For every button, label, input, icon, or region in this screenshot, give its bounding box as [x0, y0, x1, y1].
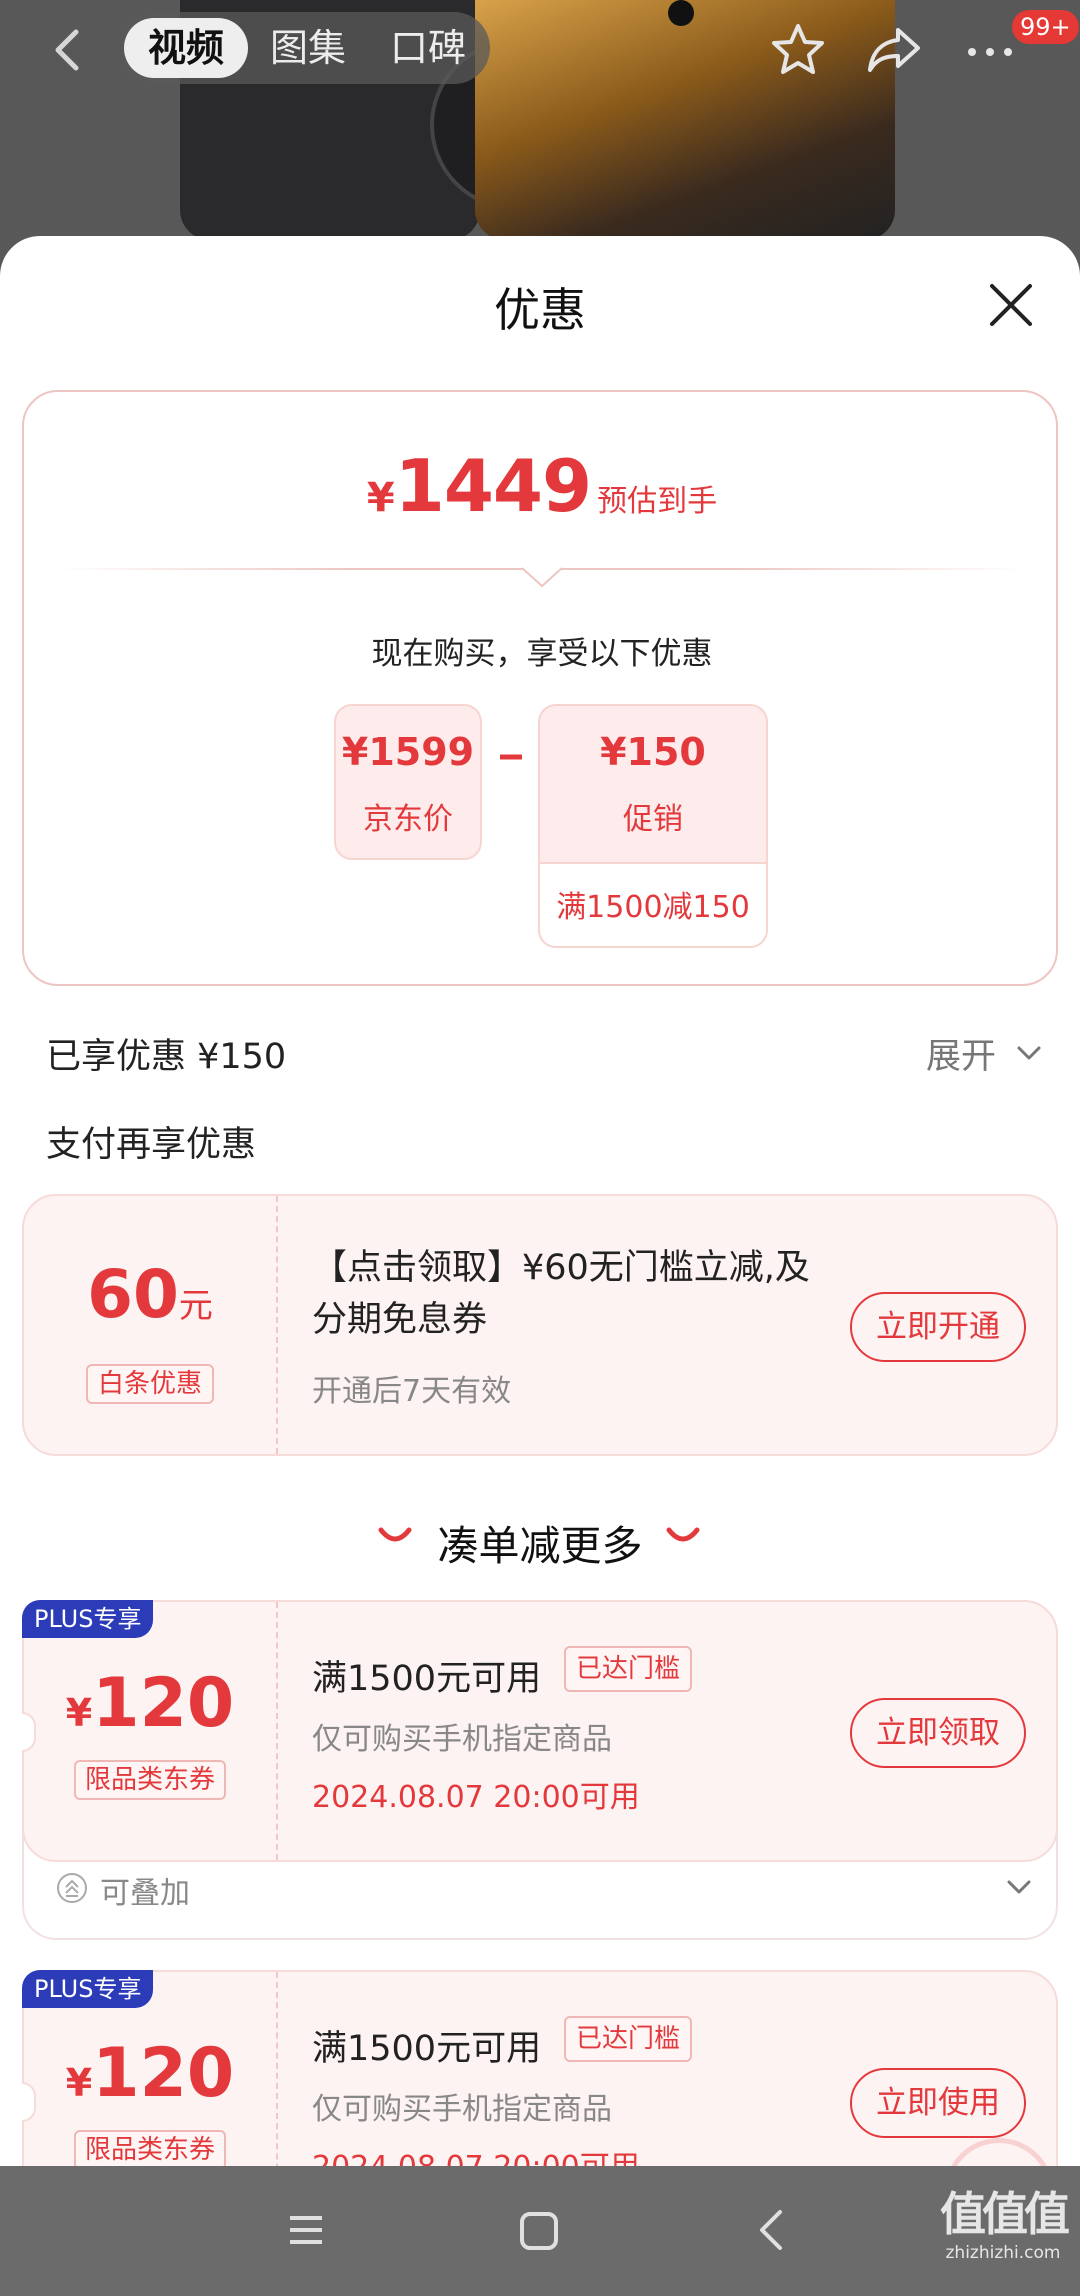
watermark: 值值值 zhizhizhi.com — [928, 2186, 1078, 2264]
coupon-description: 仅可购买手机指定商品 — [312, 1722, 612, 1757]
product-image-front — [475, 0, 895, 240]
back-icon[interactable] — [46, 22, 86, 78]
jd-coupon-card: PLUS专享 ¥120 限品类东券 满1500元可用 已达门槛 仅可购买手机指定… — [22, 1600, 1058, 1862]
watermark-domain: zhizhizhi.com — [945, 2243, 1061, 2263]
front-camera-dot — [668, 0, 694, 26]
system-navigation-bar: 值值值 zhizhizhi.com — [0, 2166, 1080, 2296]
divider-arrow-icon — [522, 567, 562, 588]
sheet-title: 优惠 — [494, 283, 586, 337]
jd-coupon-card: PLUS专享 ¥120 限品类东券 满1500元可用 已达门槛 仅可购买手机指定… — [22, 1970, 1058, 2166]
coupon-status-badge: 已达门槛 — [564, 2016, 693, 2062]
promo-label: 促销 — [623, 802, 683, 837]
chevron-down-icon[interactable] — [1016, 1044, 1042, 1062]
share-icon[interactable] — [862, 20, 926, 84]
recent-apps-icon[interactable] — [286, 2210, 326, 2250]
message-count-badge: 99+ — [1012, 10, 1079, 44]
final-price: 1449 — [394, 444, 592, 528]
close-icon[interactable] — [986, 280, 1036, 330]
promo-condition: 满1500减150 — [540, 862, 766, 946]
jd-price-box: ¥1599 京东价 — [334, 704, 482, 860]
watermark-logo: 值值值 — [940, 2187, 1070, 2241]
more-deals-title: 凑单减更多 — [437, 1522, 643, 1570]
use-button[interactable]: 立即使用 — [850, 2068, 1026, 2138]
chevron-down-icon[interactable] — [1006, 1878, 1032, 1896]
pay-more-section-title: 支付再享优惠 — [46, 1125, 257, 1165]
discount-sheet: 优惠 ¥1449 预估到手 现在购买，享受以下优惠 ¥1599 京东价 ¥150 … — [0, 236, 1080, 2166]
price-summary-card: ¥1449 预估到手 现在购买，享受以下优惠 ¥1599 京东价 ¥150 促销 … — [22, 390, 1058, 986]
coupon-divider — [276, 1972, 278, 2166]
system-back-icon[interactable] — [756, 2206, 786, 2254]
home-icon[interactable] — [518, 2210, 560, 2252]
coupon-category-tag: 限品类东券 — [74, 1760, 226, 1800]
coupon-divider — [276, 1602, 278, 1860]
coupon-status-badge: 已达门槛 — [564, 1646, 693, 1692]
coupon-amount-value: 120 — [92, 2034, 235, 2113]
final-price-row: ¥1449 预估到手 — [24, 444, 1060, 528]
tab-gallery[interactable]: 图集 — [270, 12, 346, 84]
media-tabs: 视频 图集 口碑 — [120, 12, 490, 84]
promo-value: ¥150 — [600, 730, 706, 774]
coupon-category-tag: 限品类东券 — [74, 2130, 226, 2166]
enjoyed-discount-text: 已享优惠 ¥150 — [46, 1037, 287, 1077]
minus-icon — [496, 728, 526, 760]
favorite-star-icon[interactable] — [766, 20, 830, 84]
coupon-currency: ¥ — [65, 2061, 93, 2105]
final-price-label: 预估到手 — [597, 484, 718, 519]
coupon-amount: ¥120 — [24, 2034, 276, 2113]
plus-badge: PLUS专享 — [22, 1970, 154, 2008]
activate-button[interactable]: 立即开通 — [850, 1292, 1026, 1362]
coupon-title: 满1500元可用 — [312, 1659, 542, 1699]
price-currency: ¥ — [366, 475, 395, 521]
tab-video[interactable]: 视频 — [124, 18, 248, 78]
coupon-divider — [276, 1196, 278, 1454]
baitiao-title: 【点击领取】¥60无门槛立减,及分期免息券 — [312, 1248, 810, 1340]
stack-icon — [57, 1873, 87, 1903]
baitiao-amount-value: 60 — [87, 1256, 179, 1333]
baitiao-amount: 60元 — [24, 1256, 276, 1333]
coupon-title: 满1500元可用 — [312, 2029, 542, 2069]
summary-subtitle: 现在购买，享受以下优惠 — [371, 636, 713, 672]
baitiao-validity: 开通后7天有效 — [312, 1374, 512, 1409]
baitiao-amount-unit: 元 — [178, 1286, 213, 1326]
promo-box: ¥150 促销 满1500减150 — [538, 704, 768, 948]
coupon-description: 仅可购买手机指定商品 — [312, 2092, 612, 2127]
jd-price-label: 京东价 — [363, 802, 453, 837]
coupon-amount: ¥120 — [24, 1664, 276, 1743]
baitiao-tag: 白条优惠 — [86, 1364, 214, 1404]
baitiao-coupon-card: 60元 白条优惠 【点击领取】¥60无门槛立减,及分期免息券 开通后7天有效 立… — [22, 1194, 1058, 1456]
coupon-available-time: 2024.08.07 20:00可用 — [312, 1780, 640, 1815]
stackable-label: 可叠加 — [100, 1876, 190, 1911]
claim-button[interactable]: 立即领取 — [850, 1698, 1026, 1768]
coupon-available-time: 2024.08.07 20:00可用 — [312, 2142, 640, 2166]
tab-reviews[interactable]: 口碑 — [390, 12, 466, 84]
smile-decoration-icon — [666, 1527, 700, 1542]
coupon-amount-value: 120 — [92, 1664, 235, 1743]
expand-button[interactable]: 展开 — [926, 1028, 996, 1079]
plus-badge: PLUS专享 — [22, 1600, 154, 1638]
jd-price-value: ¥1599 — [341, 730, 475, 774]
coupon-currency: ¥ — [65, 1691, 93, 1735]
